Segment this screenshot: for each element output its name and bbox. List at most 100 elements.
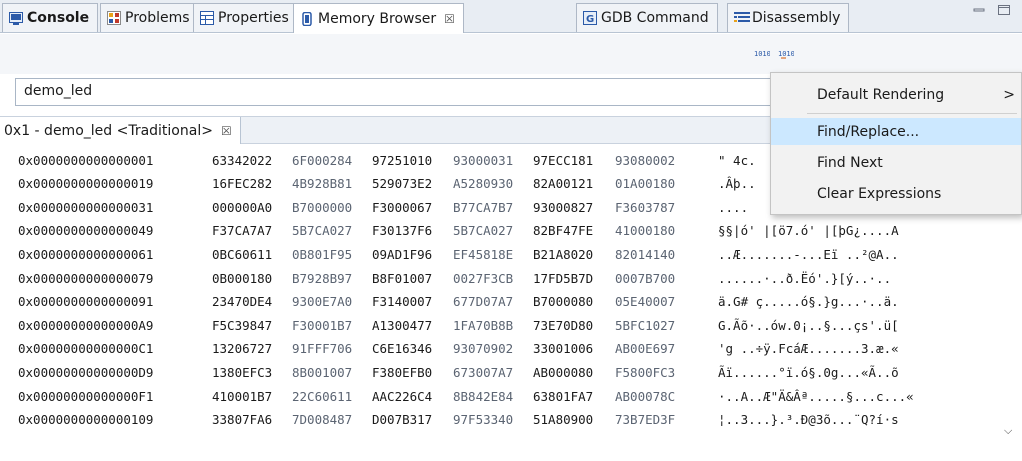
memory-word-cell[interactable]: 97F53340	[453, 412, 513, 427]
memory-word-cell[interactable]: B7000000	[292, 200, 352, 215]
memory-word-cell[interactable]: 63342022	[212, 153, 272, 168]
memory-word-cell[interactable]: AB000080	[533, 365, 593, 380]
memory-word-cell[interactable]: 73B7ED3F	[615, 412, 675, 427]
memory-word-cell[interactable]: 01A00180	[615, 176, 675, 191]
menu-item-clear-expressions[interactable]: Clear Expressions	[771, 180, 1021, 207]
memory-word-cell[interactable]: 73E70D80	[533, 318, 593, 333]
memory-row[interactable]: 0x00000000000000F1 410001B7 22C60611 AAC226…	[0, 384, 1005, 408]
memory-word-cell[interactable]: 23470DE4	[212, 294, 272, 309]
memory-word-cell[interactable]: F30001B7	[292, 318, 352, 333]
binary-format-icon[interactable]: 1010	[778, 46, 794, 62]
memory-word-cell[interactable]: 93000827	[533, 200, 593, 215]
memory-row[interactable]: 0x00000000000000C1 13206727 91FFF706 C6E163…	[0, 337, 1005, 361]
memory-ascii-text[interactable]: ....	[718, 200, 748, 215]
tab-properties[interactable]: Properties	[193, 3, 298, 32]
tab-disassembly[interactable]: Disassembly	[727, 3, 850, 32]
memory-word-cell[interactable]: AAC226C4	[372, 389, 432, 404]
memory-ascii-text[interactable]: ......·..ð.Ëó'.}[ý..·..	[718, 271, 891, 286]
memory-word-cell[interactable]: 8B842E84	[453, 389, 513, 404]
memory-word-cell[interactable]: F3140007	[372, 294, 432, 309]
memory-word-cell[interactable]: 000000A0	[212, 200, 272, 215]
tab-rendering-traditional[interactable]: 0x1 - demo_led <Traditional> ☒	[0, 117, 241, 144]
memory-word-cell[interactable]: 0B000180	[212, 271, 272, 286]
tab-gdb-command[interactable]: G GDB Command	[576, 3, 718, 32]
memory-ascii-text[interactable]: §§|ó' |[ö7.ó' |[þG¿....A	[718, 223, 899, 238]
memory-word-cell[interactable]: B8F01007	[372, 271, 432, 286]
memory-word-cell[interactable]: F5800FC3	[615, 365, 675, 380]
close-rendering-icon[interactable]: ☒	[221, 124, 232, 138]
memory-word-cell[interactable]: F3000067	[372, 200, 432, 215]
memory-word-cell[interactable]: 677D07A7	[453, 294, 513, 309]
memory-word-cell[interactable]: 9300E7A0	[292, 294, 352, 309]
tab-memory-browser[interactable]: Memory Browser ☒	[293, 3, 464, 33]
memory-row[interactable]: 0x0000000000000091 23470DE4 9300E7A0 F31400…	[0, 290, 1005, 314]
menu-item-find-next[interactable]: Find Next	[771, 149, 1021, 176]
memory-word-cell[interactable]: 93000031	[453, 153, 513, 168]
memory-word-cell[interactable]: 82BF47FE	[533, 223, 593, 238]
memory-word-cell[interactable]: F3603787	[615, 200, 675, 215]
memory-ascii-text[interactable]: ·..A..Æ"Ä&Âª.....§...c...«	[718, 389, 914, 404]
memory-ascii-text[interactable]: 'g ..÷ÿ.FcáÆ.......3.æ.«	[718, 341, 899, 356]
memory-word-cell[interactable]: 17FD5B7D	[533, 271, 593, 286]
memory-word-cell[interactable]: 0B801F95	[292, 247, 352, 262]
memory-word-cell[interactable]: B77CA7B7	[453, 200, 513, 215]
memory-word-cell[interactable]: 0027F3CB	[453, 271, 513, 286]
memory-word-cell[interactable]: 5B7CA027	[292, 223, 352, 238]
memory-word-cell[interactable]: 4B928B81	[292, 176, 352, 191]
memory-word-cell[interactable]: 97251010	[372, 153, 432, 168]
memory-word-cell[interactable]: 1380EFC3	[212, 365, 272, 380]
memory-word-cell[interactable]: 97ECC181	[533, 153, 593, 168]
memory-word-cell[interactable]: 410001B7	[212, 389, 272, 404]
memory-word-cell[interactable]: B7928B97	[292, 271, 352, 286]
minimize-icon[interactable]	[973, 4, 985, 20]
menu-item-default-rendering[interactable]: Default Rendering >	[771, 81, 1021, 108]
menu-item-find-replace[interactable]: Find/Replace...	[771, 118, 1021, 145]
memory-word-cell[interactable]: 673007A7	[453, 365, 513, 380]
memory-word-cell[interactable]: 91FFF706	[292, 341, 352, 356]
memory-row[interactable]: 0x00000000000000D9 1380EFC3 8B001007 F380EF…	[0, 360, 1005, 384]
memory-ascii-text[interactable]: ..Æ.......-...Eï ..²@A..	[718, 247, 899, 262]
memory-row[interactable]: 0x0000000000000079 0B000180 B7928B97 B8F010…	[0, 266, 1005, 290]
memory-word-cell[interactable]: AB00078C	[615, 389, 675, 404]
maximize-icon[interactable]	[998, 4, 1010, 20]
memory-word-cell[interactable]: A5280930	[453, 176, 513, 191]
memory-word-cell[interactable]: F5C39847	[212, 318, 272, 333]
memory-word-cell[interactable]: 93080002	[615, 153, 675, 168]
memory-word-cell[interactable]: 09AD1F96	[372, 247, 432, 262]
memory-word-cell[interactable]: 82A00121	[533, 176, 593, 191]
memory-word-cell[interactable]: 13206727	[212, 341, 272, 356]
memory-word-cell[interactable]: 5BFC1027	[615, 318, 675, 333]
memory-word-cell[interactable]: 0007B700	[615, 271, 675, 286]
memory-word-cell[interactable]: 63801FA7	[533, 389, 593, 404]
memory-word-cell[interactable]: 33001006	[533, 341, 593, 356]
tab-console[interactable]: Console	[2, 3, 99, 32]
memory-word-cell[interactable]: 6F000284	[292, 153, 352, 168]
hex-format-icon[interactable]: 1010	[754, 46, 770, 62]
memory-word-cell[interactable]: 51A80900	[533, 412, 593, 427]
memory-word-cell[interactable]: 16FEC282	[212, 176, 272, 191]
memory-ascii-text[interactable]: G.Ãõ·..ów.0¡..§...çs'.ü[	[718, 318, 899, 333]
memory-word-cell[interactable]: 0BC60611	[212, 247, 272, 262]
memory-word-cell[interactable]: F380EFB0	[372, 365, 432, 380]
memory-ascii-text[interactable]: ä.G# ç.....ó§.}g...·..ä.	[718, 294, 899, 309]
memory-ascii-text[interactable]: ¦..3...}.³.Ð@3õ...¨Q?í·s	[718, 412, 899, 427]
memory-word-cell[interactable]: B7000080	[533, 294, 593, 309]
memory-word-cell[interactable]: B21A8020	[533, 247, 593, 262]
memory-word-cell[interactable]: AB00E697	[615, 341, 675, 356]
memory-row[interactable]: 0x0000000000000061 0BC60611 0B801F95 09AD1F…	[0, 242, 1005, 266]
memory-word-cell[interactable]: F30137F6	[372, 223, 432, 238]
memory-ascii-text[interactable]: .Âþ..	[718, 176, 756, 191]
memory-ascii-text[interactable]: Ãï......°ï.ó§.0g...«Ã..õ	[718, 365, 899, 380]
memory-word-cell[interactable]: 8B001007	[292, 365, 352, 380]
close-tab-icon[interactable]: ☒	[444, 12, 455, 26]
memory-word-cell[interactable]: 41000180	[615, 223, 675, 238]
memory-row[interactable]: 0x0000000000000109 33807FA6 7D008487 D007B3…	[0, 408, 1005, 432]
memory-word-cell[interactable]: 1FA70B8B	[453, 318, 513, 333]
memory-word-cell[interactable]: C6E16346	[372, 341, 432, 356]
memory-word-cell[interactable]: 529073E2	[372, 176, 432, 191]
scroll-down-icon[interactable]: ⌵	[1004, 424, 1012, 438]
memory-word-cell[interactable]: 7D008487	[292, 412, 352, 427]
memory-word-cell[interactable]: 5B7CA027	[453, 223, 513, 238]
memory-ascii-text[interactable]: " 4c.	[718, 153, 756, 168]
memory-row[interactable]: 0x00000000000000A9 F5C39847 F30001B7 A13004…	[0, 313, 1005, 337]
